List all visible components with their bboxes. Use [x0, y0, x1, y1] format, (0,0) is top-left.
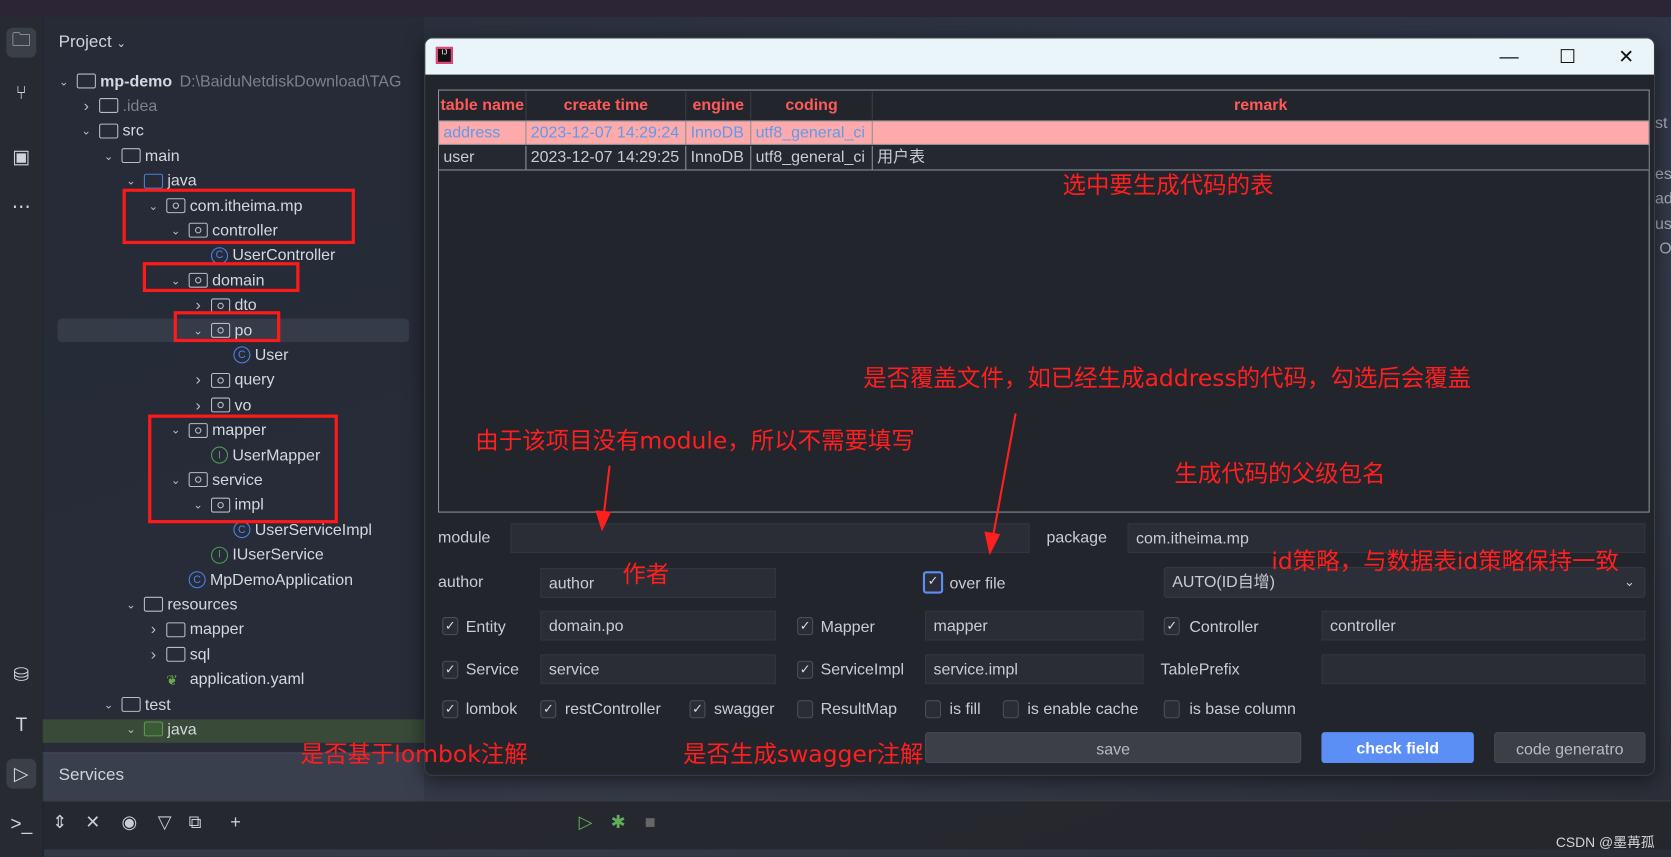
arrow-head: [984, 531, 1001, 556]
annotation-text: 作者: [622, 561, 670, 589]
annotation-text: 是否基于lombok注解: [300, 741, 528, 769]
annotation-text: 是否覆盖文件，如已经生成address的代码，勾选后会覆盖: [863, 365, 1472, 393]
annotation-text: 是否生成swagger注解: [683, 741, 924, 769]
watermark: CSDN @墨苒孤: [1555, 834, 1655, 851]
arrow-line: [991, 413, 1017, 542]
annotation-text: 由于该项目没有module，所以不需要填写: [475, 428, 915, 456]
arrow-head: [595, 510, 612, 532]
annotation-text: 选中要生成代码的表: [1062, 172, 1274, 200]
annotation-text: id策略，与数据表id策略保持一致: [1271, 548, 1619, 576]
annotation-text: 生成代码的父级包名: [1174, 461, 1386, 489]
screen: 🗀 ⑂ ▣ ⋯ ⛁ T ▷ >_ Project ⌄ ⌄ mp-demo D:\Ba…: [0, 0, 1671, 857]
